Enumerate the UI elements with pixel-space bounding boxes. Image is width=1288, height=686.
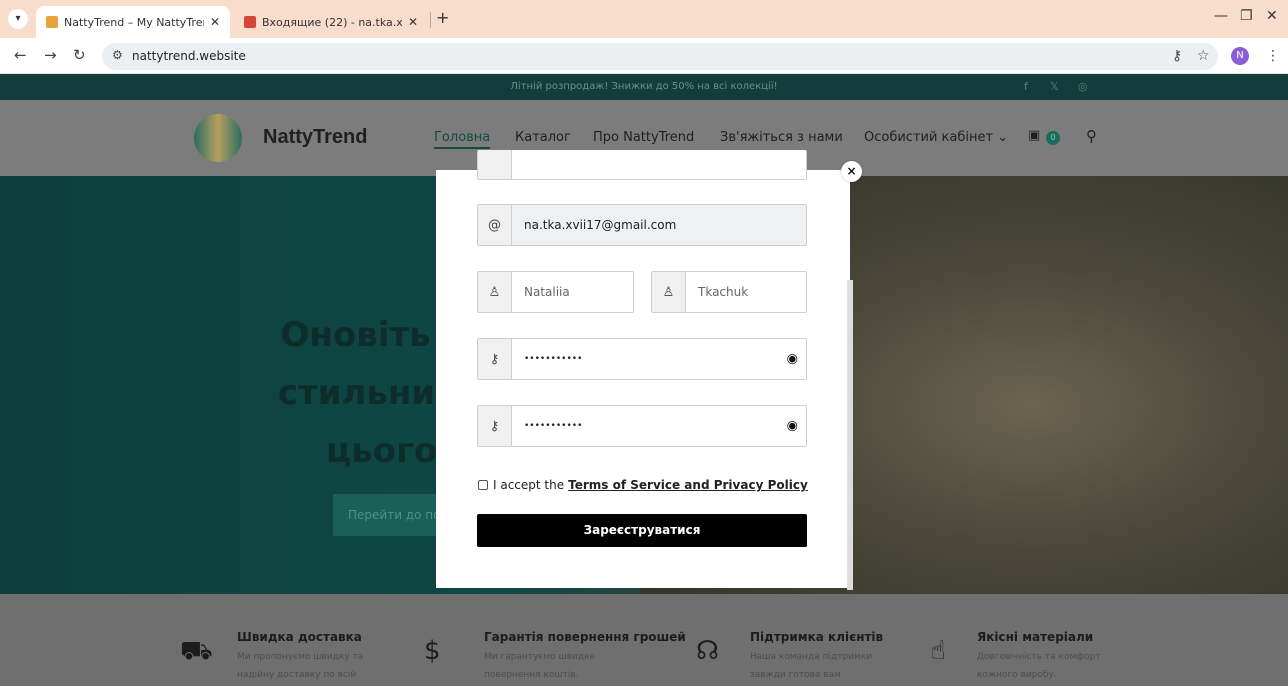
- accept-label: I accept the: [493, 478, 565, 492]
- nav-about[interactable]: Про NattyTrend: [593, 130, 694, 145]
- feature-desc: Довговічність та комфорт кожного виробу.: [977, 652, 1101, 680]
- key-icon: ⚷: [478, 406, 512, 446]
- password-mask: •••••••••••: [524, 354, 583, 364]
- terms-row: I accept the Terms of Service and Privac…: [478, 478, 808, 492]
- instagram-icon[interactable]: ◎: [1078, 80, 1088, 93]
- browser-tab-bar: ▾ NattyTrend – My NattyTrend W ✕ Входящи…: [0, 0, 1288, 38]
- register-button[interactable]: Зареєструватися: [477, 514, 807, 547]
- close-tab-icon[interactable]: ✕: [210, 15, 220, 29]
- new-tab-button[interactable]: +: [436, 8, 449, 27]
- tab-title: Входящие (22) - na.tka.xvii17@: [262, 15, 402, 29]
- minimize-icon[interactable]: —: [1214, 8, 1228, 24]
- first-name-value: Nataliia: [524, 285, 570, 299]
- facebook-icon[interactable]: f: [1024, 80, 1028, 93]
- password-key-icon[interactable]: ⚷: [1172, 48, 1182, 64]
- nav-account-label: Особистий кабінет: [864, 130, 994, 145]
- close-window-icon[interactable]: ✕: [1266, 8, 1278, 24]
- restore-icon[interactable]: ❐: [1240, 8, 1253, 24]
- feature-desc: Ми пропонуємо швидку та надійну доставку…: [237, 652, 364, 680]
- forward-icon[interactable]: →: [44, 46, 57, 64]
- last-name-value: Tkachuk: [698, 285, 749, 299]
- terms-checkbox[interactable]: [478, 480, 488, 490]
- feature-desc: Наша команда підтримки завжди готова вам…: [750, 652, 873, 680]
- close-modal-button[interactable]: ×: [841, 161, 862, 182]
- browser-toolbar: ← → ↻ ⚙ nattytrend.website ⚷ ☆ N ⋮: [0, 38, 1288, 74]
- announcement-bar: Літній розпродаж! Знижки до 50% на всі к…: [0, 74, 1288, 100]
- x-twitter-icon[interactable]: 𝕏: [1050, 80, 1059, 93]
- key-icon: ⚷: [478, 339, 512, 379]
- menu-icon[interactable]: ⋮: [1266, 48, 1280, 64]
- last-name-field[interactable]: ♙ Tkachuk: [651, 271, 807, 313]
- cart-count-badge: 0: [1046, 131, 1060, 145]
- reload-icon[interactable]: ↻: [73, 46, 86, 64]
- tab-divider: [430, 12, 431, 28]
- feature-title: Швидка доставка: [237, 630, 362, 644]
- delivery-truck-icon: ⛟: [180, 636, 213, 666]
- nav-home[interactable]: Головна: [434, 130, 491, 149]
- modal-scrollbar[interactable]: [847, 280, 853, 590]
- at-sign-icon: @: [478, 205, 512, 245]
- announcement-text: Літній розпродаж! Знижки до 50% на всі к…: [510, 81, 778, 92]
- confirm-password-mask: •••••••••••: [524, 421, 583, 431]
- gmail-favicon-icon: [244, 16, 256, 28]
- money-back-icon: $: [424, 636, 441, 666]
- nattytrend-favicon-icon: [46, 16, 58, 28]
- show-password-eye-icon[interactable]: ◉: [787, 419, 798, 434]
- terms-link[interactable]: Terms of Service and Privacy Policy: [568, 478, 808, 492]
- feature-title: Гарантія повернення грошей: [484, 630, 686, 644]
- feature-title: Підтримка клієнтів: [750, 630, 884, 644]
- bookmark-star-icon[interactable]: ☆: [1197, 48, 1210, 64]
- support-headset-icon: ☊: [696, 636, 720, 666]
- nav-contact[interactable]: Зв'яжіться з нами: [720, 130, 843, 145]
- feature-title: Якісні матеріали: [977, 630, 1094, 644]
- back-icon[interactable]: ←: [14, 46, 27, 64]
- search-icon[interactable]: ⚲: [1086, 127, 1097, 145]
- person-icon: ♙: [478, 272, 512, 312]
- tab-gmail[interactable]: Входящие (22) - na.tka.xvii17@ ✕: [234, 6, 428, 38]
- tab-search-icon[interactable]: ▾: [8, 9, 28, 29]
- tab-title: NattyTrend – My NattyTrend W: [64, 15, 204, 29]
- cart-icon[interactable]: ▣: [1028, 128, 1040, 143]
- address-bar[interactable]: ⚙ nattytrend.website: [102, 43, 1218, 70]
- quality-hand-icon: ☝: [930, 636, 946, 666]
- password-field[interactable]: ⚷ ••••••••••• ◉: [477, 338, 807, 380]
- confirm-password-field[interactable]: ⚷ ••••••••••• ◉: [477, 405, 807, 447]
- brand-logo-icon[interactable]: [194, 114, 242, 162]
- nav-account[interactable]: Особистий кабінет ⌄: [864, 130, 1008, 145]
- feature-desc: Ми гарантуємо швидке повернення коштів.: [484, 652, 596, 680]
- brand-name[interactable]: NattyTrend: [263, 126, 367, 149]
- profile-avatar[interactable]: N: [1231, 47, 1249, 65]
- site-settings-icon[interactable]: ⚙: [112, 48, 123, 62]
- email-field[interactable]: @ na.tka.xvii17@gmail.com: [477, 204, 807, 246]
- first-name-field[interactable]: ♙ Nataliia: [477, 271, 634, 313]
- close-tab-icon[interactable]: ✕: [408, 15, 418, 29]
- username-field[interactable]: [477, 150, 807, 180]
- email-value: na.tka.xvii17@gmail.com: [524, 218, 677, 232]
- tab-nattytrend[interactable]: NattyTrend – My NattyTrend W ✕: [36, 6, 230, 38]
- chevron-down-icon: ⌄: [997, 130, 1009, 145]
- nav-catalog[interactable]: Каталог: [515, 130, 571, 145]
- url-text: nattytrend.website: [132, 49, 246, 63]
- user-icon: [478, 150, 512, 179]
- person-icon: ♙: [652, 272, 686, 312]
- features-bar: ⛟ Швидка доставка Ми пропонуємо швидку т…: [0, 594, 1288, 686]
- show-password-eye-icon[interactable]: ◉: [787, 352, 798, 367]
